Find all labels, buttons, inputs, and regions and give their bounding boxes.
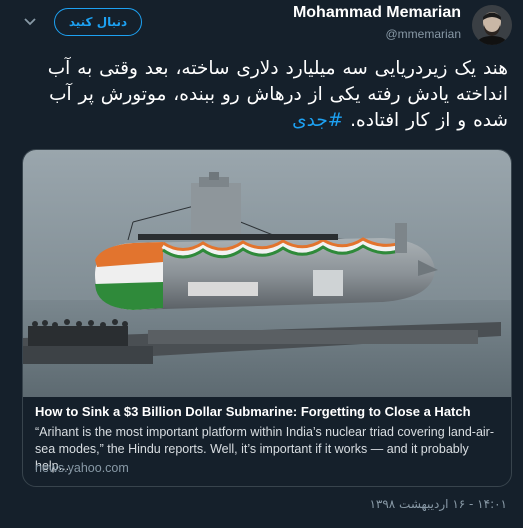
- follow-button[interactable]: دنبال کنید: [54, 8, 142, 36]
- card-title[interactable]: How to Sink a $3 Billion Dollar Submarin…: [35, 404, 501, 419]
- link-card[interactable]: How to Sink a $3 Billion Dollar Submarin…: [22, 149, 512, 487]
- tweet-text: هند یک زیردریایی سه میلیارد دلاری ساخته،…: [16, 56, 508, 134]
- avatar[interactable]: [472, 5, 512, 45]
- tweet-body: هند یک زیردریایی سه میلیارد دلاری ساخته،…: [47, 58, 508, 131]
- card-image-submarine: [23, 150, 511, 397]
- user-handle[interactable]: @mmemarian: [385, 27, 461, 41]
- hashtag-link[interactable]: #جدی: [292, 110, 343, 131]
- card-domain: news.yahoo.com: [35, 461, 129, 475]
- tweet-timestamp[interactable]: ۱۴:۰۱ - ۱۶ اردیبهشت ۱۳۹۸: [369, 497, 507, 511]
- user-display-name[interactable]: Mohammad Memarian: [293, 4, 461, 22]
- chevron-down-icon[interactable]: [22, 14, 38, 30]
